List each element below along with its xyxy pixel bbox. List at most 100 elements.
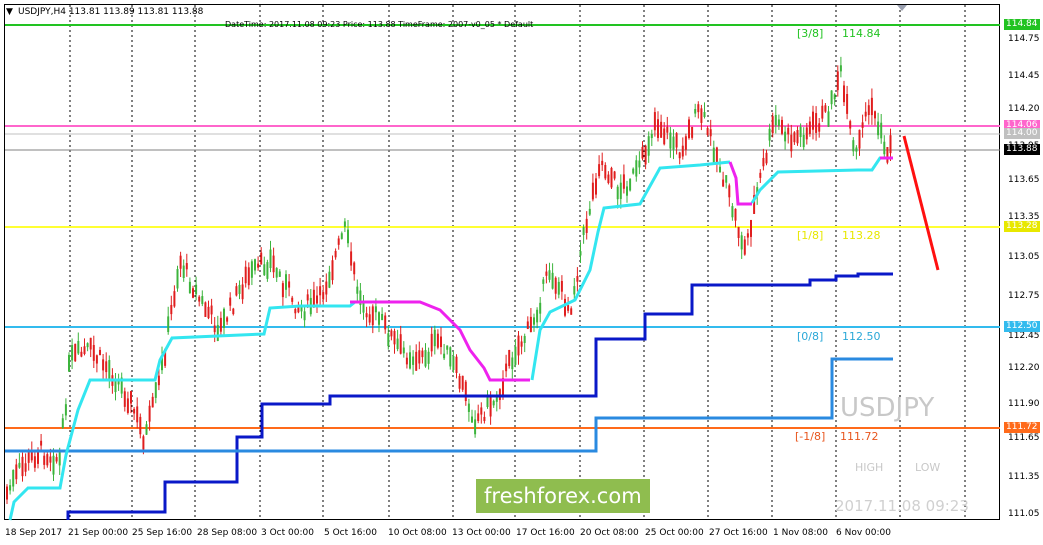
low-label: LOW — [915, 461, 941, 474]
candle-body — [653, 112, 656, 131]
candle-body — [331, 260, 334, 281]
candle-body — [626, 186, 628, 196]
candle-body — [421, 350, 424, 358]
candle-body — [471, 416, 473, 423]
candle-body — [275, 268, 278, 278]
candle-body — [347, 229, 349, 244]
level-tag-1-8: [1/8] — [797, 229, 824, 242]
candle-body — [889, 135, 892, 154]
candle-body — [83, 346, 86, 354]
candle-body — [195, 284, 198, 295]
time-tick: 17 Oct 16:00 — [516, 528, 575, 538]
level-price-1-8: 113.28 — [842, 229, 881, 242]
level-tag-0-8: [0/8] — [797, 330, 824, 343]
candle-body — [95, 355, 98, 364]
price-tag-green: 114.84 — [1004, 19, 1040, 30]
candle-body — [458, 376, 461, 389]
candle-body — [830, 90, 833, 105]
price-tick: 114.75 — [1008, 34, 1040, 44]
price-tick: 114.45 — [1008, 71, 1040, 81]
magenta-trail-line-2 — [728, 161, 752, 206]
candle-body — [294, 309, 297, 314]
candle-body — [130, 391, 132, 404]
candle-body — [89, 337, 92, 350]
candle-body — [424, 350, 427, 367]
candle-body — [136, 406, 139, 423]
candle-body — [52, 455, 55, 475]
candle-body — [877, 121, 880, 136]
candle-body — [480, 407, 483, 415]
candle-body — [12, 470, 15, 487]
candle-body — [9, 485, 12, 491]
candle-body — [402, 347, 405, 354]
candle-body — [474, 419, 477, 435]
candle-body — [632, 168, 635, 174]
candle-body — [613, 171, 616, 179]
candle-body — [381, 313, 384, 321]
candle-body — [55, 457, 58, 462]
candle-body — [836, 71, 839, 91]
candle-body — [80, 351, 83, 357]
candle-body — [657, 119, 659, 138]
price-tick: 114.20 — [1008, 104, 1040, 114]
candle-body — [263, 264, 266, 276]
candle-body — [790, 134, 793, 152]
time-tick: 5 Oct 16:00 — [324, 528, 377, 538]
chart-window[interactable]: ▼ USDJPY,H4 113.81 113.89 113.81 113.88 … — [0, 0, 1043, 545]
candles — [6, 56, 892, 504]
candle-body — [43, 455, 46, 465]
candle-body — [622, 174, 625, 189]
candle-body — [675, 133, 678, 148]
candle-body — [660, 121, 663, 138]
forecast-arrow — [902, 135, 940, 271]
candle-body — [99, 349, 101, 356]
candle-body — [337, 238, 340, 245]
candle-body — [864, 111, 867, 117]
candle-body — [514, 346, 517, 365]
candle-body — [601, 160, 604, 166]
candle-body — [818, 123, 821, 132]
candle-body — [526, 321, 529, 329]
price-tick: 111.65 — [1008, 433, 1040, 443]
candle-body — [852, 140, 855, 152]
candle-body — [257, 263, 260, 268]
candle-body — [839, 65, 842, 72]
candle-body — [204, 302, 207, 317]
candle-body — [6, 486, 8, 500]
candle-body — [886, 147, 889, 163]
candle-body — [867, 105, 870, 116]
candle-body — [226, 317, 229, 322]
candle-body — [529, 316, 532, 332]
dropdown-triangle-icon[interactable]: ▼ — [6, 7, 13, 17]
candle-body — [777, 119, 780, 127]
candle-body — [427, 351, 430, 364]
candle-body — [157, 375, 160, 386]
candle-body — [312, 289, 315, 305]
candle-body — [77, 340, 80, 354]
candle-body — [464, 381, 467, 402]
candle-body — [746, 233, 749, 238]
candle-body — [719, 166, 721, 173]
candle-body — [340, 233, 343, 239]
datetime-stamp: 2017.11.08 09:23 — [835, 497, 969, 515]
price-tag-gray: 114.00 — [1004, 128, 1040, 139]
freshforex-watermark: freshforex.com — [476, 479, 650, 513]
chart-canvas[interactable] — [0, 0, 1043, 545]
candle-body — [328, 271, 331, 288]
candle-body — [207, 306, 210, 319]
candle-body — [827, 111, 830, 127]
time-tick: 1 Nov 08:00 — [773, 528, 828, 538]
candle-body — [201, 296, 204, 304]
candle-body — [743, 239, 746, 255]
candle-body — [666, 126, 669, 133]
aqua-trail-line-3 — [750, 156, 890, 204]
candle-body — [350, 251, 353, 266]
aqua-trail-line — [8, 300, 370, 521]
candle-body — [616, 186, 619, 200]
candle-body — [185, 263, 188, 270]
price-tag-current: 113.88 — [1004, 144, 1040, 155]
candle-body — [728, 185, 731, 198]
candle-body — [49, 456, 52, 463]
candle-body — [712, 147, 715, 164]
aqua-trail-line-2 — [530, 160, 731, 381]
